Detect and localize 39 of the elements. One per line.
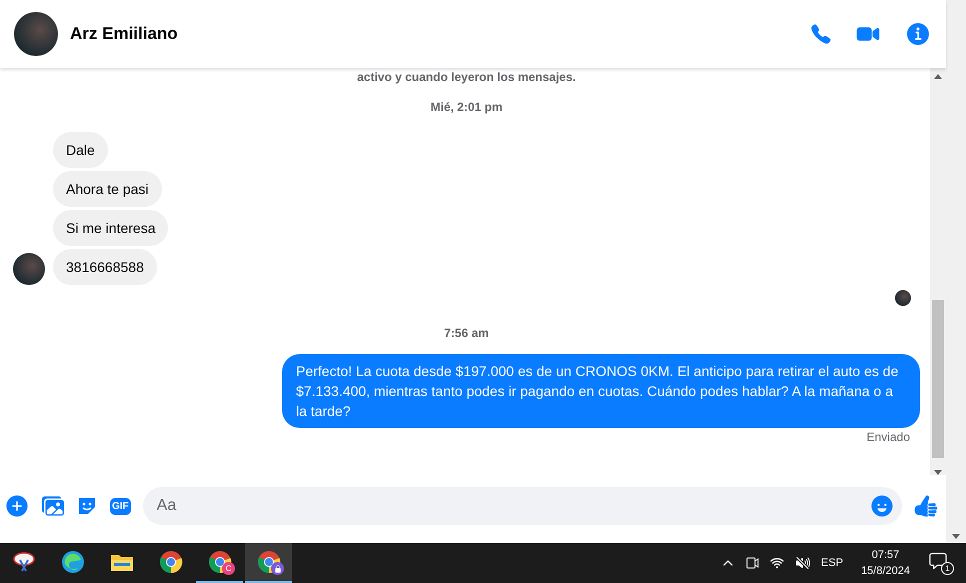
message-bubble: Ahora te pasi (53, 171, 162, 207)
contact-name: Arz Emiiliano (70, 24, 179, 44)
message-bubble: Si me interesa (53, 210, 168, 246)
wifi-icon[interactable] (769, 555, 786, 571)
scissors-icon (12, 551, 36, 573)
message-field[interactable]: Aa (142, 487, 902, 525)
thumbs-up-button[interactable] (914, 494, 938, 518)
profile-badge: C (222, 562, 235, 575)
avatar (13, 253, 45, 285)
add-button[interactable] (4, 493, 30, 519)
edge-icon (60, 550, 84, 574)
folder-icon (110, 552, 134, 572)
message-bubble: Perfecto! La cuota desde $197.000 es de un CRONOS 0KM. El anticipo para retirar el auto es de $7.133.400, mientras tanto podes ir pagando en cuotas. Cuándo podes hablar? A la mañana o a la tarde? (282, 354, 920, 428)
scrollbar[interactable] (930, 68, 946, 475)
clock[interactable]: 07:57 15/8/2024 (861, 547, 910, 579)
info-button[interactable] (904, 20, 932, 48)
avatar (14, 12, 58, 56)
message-bubble: Dale (53, 132, 108, 168)
language-indicator[interactable]: ESP (821, 557, 844, 569)
notice-text: activo y cuando leyeron los mensajes. (356, 70, 577, 84)
message-bubble: 3816668588 (53, 249, 157, 285)
lock-icon (271, 562, 284, 575)
camera-icon[interactable] (745, 555, 760, 571)
emoji-button[interactable] (870, 494, 894, 518)
scrollbar[interactable] (946, 0, 966, 543)
sticker-button[interactable] (76, 495, 98, 517)
status-text: Enviado (866, 430, 911, 444)
taskbar-app[interactable]: C (196, 543, 243, 583)
photo-button[interactable] (42, 495, 64, 517)
seen-avatar (895, 290, 911, 306)
gif-button[interactable]: GIF (110, 498, 131, 514)
message-input[interactable]: Aa (154, 496, 870, 516)
phone-button[interactable] (810, 23, 832, 45)
timestamp: 7:56 am (443, 326, 490, 340)
notifications-button[interactable]: 1 (928, 551, 954, 575)
chrome-icon (158, 550, 182, 574)
taskbar-app[interactable] (245, 543, 292, 583)
mute-icon[interactable] (795, 555, 812, 571)
timestamp: Mié, 2:01 pm (429, 100, 504, 114)
